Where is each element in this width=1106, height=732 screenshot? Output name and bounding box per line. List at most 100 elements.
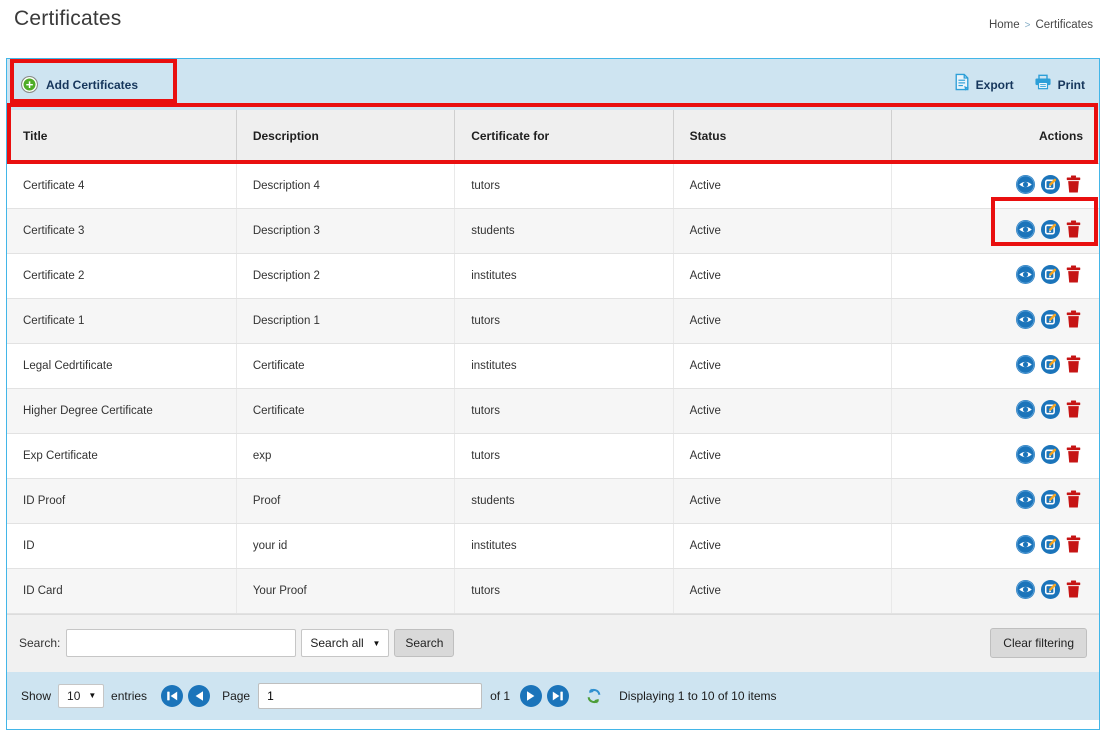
cell-certificate-for: institutes bbox=[455, 253, 673, 298]
cell-certificate-for: tutors bbox=[455, 298, 673, 343]
view-icon[interactable] bbox=[1016, 490, 1035, 509]
add-plus-icon: + bbox=[21, 76, 38, 93]
print-icon bbox=[1034, 74, 1052, 95]
cell-status: Active bbox=[673, 163, 891, 208]
cell-certificate-for: institutes bbox=[455, 523, 673, 568]
delete-icon[interactable] bbox=[1066, 355, 1085, 374]
cell-title: Certificate 4 bbox=[7, 163, 236, 208]
table-row: ID Card Your Proof tutors Active bbox=[7, 568, 1099, 613]
column-header-certificate-for: Certificate for bbox=[455, 110, 673, 163]
cell-description: Description 1 bbox=[236, 298, 454, 343]
search-filter-select[interactable]: Search all ▼ bbox=[301, 629, 389, 657]
search-bar: Search: Search all ▼ Search Clear filter… bbox=[7, 614, 1099, 672]
table-row: Certificate 2 Description 2 institutes A… bbox=[7, 253, 1099, 298]
search-button[interactable]: Search bbox=[394, 629, 454, 657]
edit-icon[interactable] bbox=[1041, 400, 1060, 419]
cell-status: Active bbox=[673, 298, 891, 343]
cell-title: Certificate 2 bbox=[7, 253, 236, 298]
cell-actions bbox=[891, 253, 1099, 298]
view-icon[interactable] bbox=[1016, 220, 1035, 239]
view-icon[interactable] bbox=[1016, 355, 1035, 374]
edit-icon[interactable] bbox=[1041, 490, 1060, 509]
delete-icon[interactable] bbox=[1066, 400, 1085, 419]
delete-icon[interactable] bbox=[1066, 175, 1085, 194]
breadcrumb: Home > Certificates bbox=[989, 19, 1093, 31]
cell-title: ID bbox=[7, 523, 236, 568]
previous-page-button[interactable] bbox=[188, 685, 210, 707]
cell-status: Active bbox=[673, 568, 891, 613]
add-certificates-button[interactable]: + Add Certificates bbox=[21, 76, 138, 93]
cell-description: exp bbox=[236, 433, 454, 478]
cell-title: Exp Certificate bbox=[7, 433, 236, 478]
delete-icon[interactable] bbox=[1066, 580, 1085, 599]
column-header-status: Status bbox=[673, 110, 891, 163]
edit-icon[interactable] bbox=[1041, 580, 1060, 599]
table-body: Certificate 4 Description 4 tutors Activ… bbox=[7, 163, 1099, 613]
cell-certificate-for: tutors bbox=[455, 163, 673, 208]
table-row: Legal Cedrtificate Certificate institute… bbox=[7, 343, 1099, 388]
view-icon[interactable] bbox=[1016, 535, 1035, 554]
cell-title: Higher Degree Certificate bbox=[7, 388, 236, 433]
edit-icon[interactable] bbox=[1041, 175, 1060, 194]
cell-status: Active bbox=[673, 433, 891, 478]
show-label: Show bbox=[21, 689, 51, 703]
edit-icon[interactable] bbox=[1041, 355, 1060, 374]
page-size-select[interactable]: 10 ▼ bbox=[58, 684, 104, 708]
delete-icon[interactable] bbox=[1066, 445, 1085, 464]
clear-filtering-button[interactable]: Clear filtering bbox=[990, 628, 1087, 658]
search-filter-value: Search all bbox=[310, 636, 363, 650]
cell-certificate-for: tutors bbox=[455, 433, 673, 478]
delete-icon[interactable] bbox=[1066, 310, 1085, 329]
export-label: Export bbox=[976, 78, 1014, 92]
chevron-down-icon: ▼ bbox=[372, 639, 380, 648]
column-header-title: Title bbox=[7, 110, 236, 163]
edit-icon[interactable] bbox=[1041, 220, 1060, 239]
next-page-button[interactable] bbox=[520, 685, 542, 707]
export-button[interactable]: Export bbox=[954, 73, 1014, 96]
cell-actions bbox=[891, 478, 1099, 523]
last-page-button[interactable] bbox=[547, 685, 569, 707]
cell-actions bbox=[891, 208, 1099, 253]
print-label: Print bbox=[1058, 78, 1085, 92]
column-header-description: Description bbox=[236, 110, 454, 163]
delete-icon[interactable] bbox=[1066, 535, 1085, 554]
cell-actions bbox=[891, 568, 1099, 613]
edit-icon[interactable] bbox=[1041, 310, 1060, 329]
edit-icon[interactable] bbox=[1041, 535, 1060, 554]
chevron-down-icon: ▼ bbox=[88, 691, 96, 700]
refresh-icon[interactable] bbox=[585, 687, 603, 705]
cell-title: Legal Cedrtificate bbox=[7, 343, 236, 388]
table-row: Certificate 4 Description 4 tutors Activ… bbox=[7, 163, 1099, 208]
cell-certificate-for: tutors bbox=[455, 388, 673, 433]
breadcrumb-separator: > bbox=[1025, 20, 1031, 31]
page-number-input[interactable] bbox=[258, 683, 482, 709]
search-input[interactable] bbox=[66, 629, 296, 657]
delete-icon[interactable] bbox=[1066, 265, 1085, 284]
view-icon[interactable] bbox=[1016, 580, 1035, 599]
view-icon[interactable] bbox=[1016, 265, 1035, 284]
edit-icon[interactable] bbox=[1041, 445, 1060, 464]
cell-certificate-for: tutors bbox=[455, 568, 673, 613]
page-title: Certificates bbox=[14, 7, 121, 31]
view-icon[interactable] bbox=[1016, 310, 1035, 329]
cell-status: Active bbox=[673, 388, 891, 433]
delete-icon[interactable] bbox=[1066, 220, 1085, 239]
view-icon[interactable] bbox=[1016, 445, 1035, 464]
first-page-button[interactable] bbox=[161, 685, 183, 707]
table-row: Higher Degree Certificate Certificate tu… bbox=[7, 388, 1099, 433]
view-icon[interactable] bbox=[1016, 175, 1035, 194]
cell-description: Description 2 bbox=[236, 253, 454, 298]
table-header: Title Description Certificate for Status… bbox=[7, 110, 1099, 163]
cell-status: Active bbox=[673, 478, 891, 523]
print-button[interactable]: Print bbox=[1034, 74, 1085, 95]
cell-actions bbox=[891, 298, 1099, 343]
delete-icon[interactable] bbox=[1066, 490, 1085, 509]
edit-icon[interactable] bbox=[1041, 265, 1060, 284]
cell-description: Your Proof bbox=[236, 568, 454, 613]
entries-label: entries bbox=[111, 689, 147, 703]
cell-description: Proof bbox=[236, 478, 454, 523]
breadcrumb-home[interactable]: Home bbox=[989, 19, 1020, 31]
certificates-panel: + Add Certificates Export bbox=[6, 58, 1100, 730]
table-row: ID Proof Proof students Active bbox=[7, 478, 1099, 523]
view-icon[interactable] bbox=[1016, 400, 1035, 419]
